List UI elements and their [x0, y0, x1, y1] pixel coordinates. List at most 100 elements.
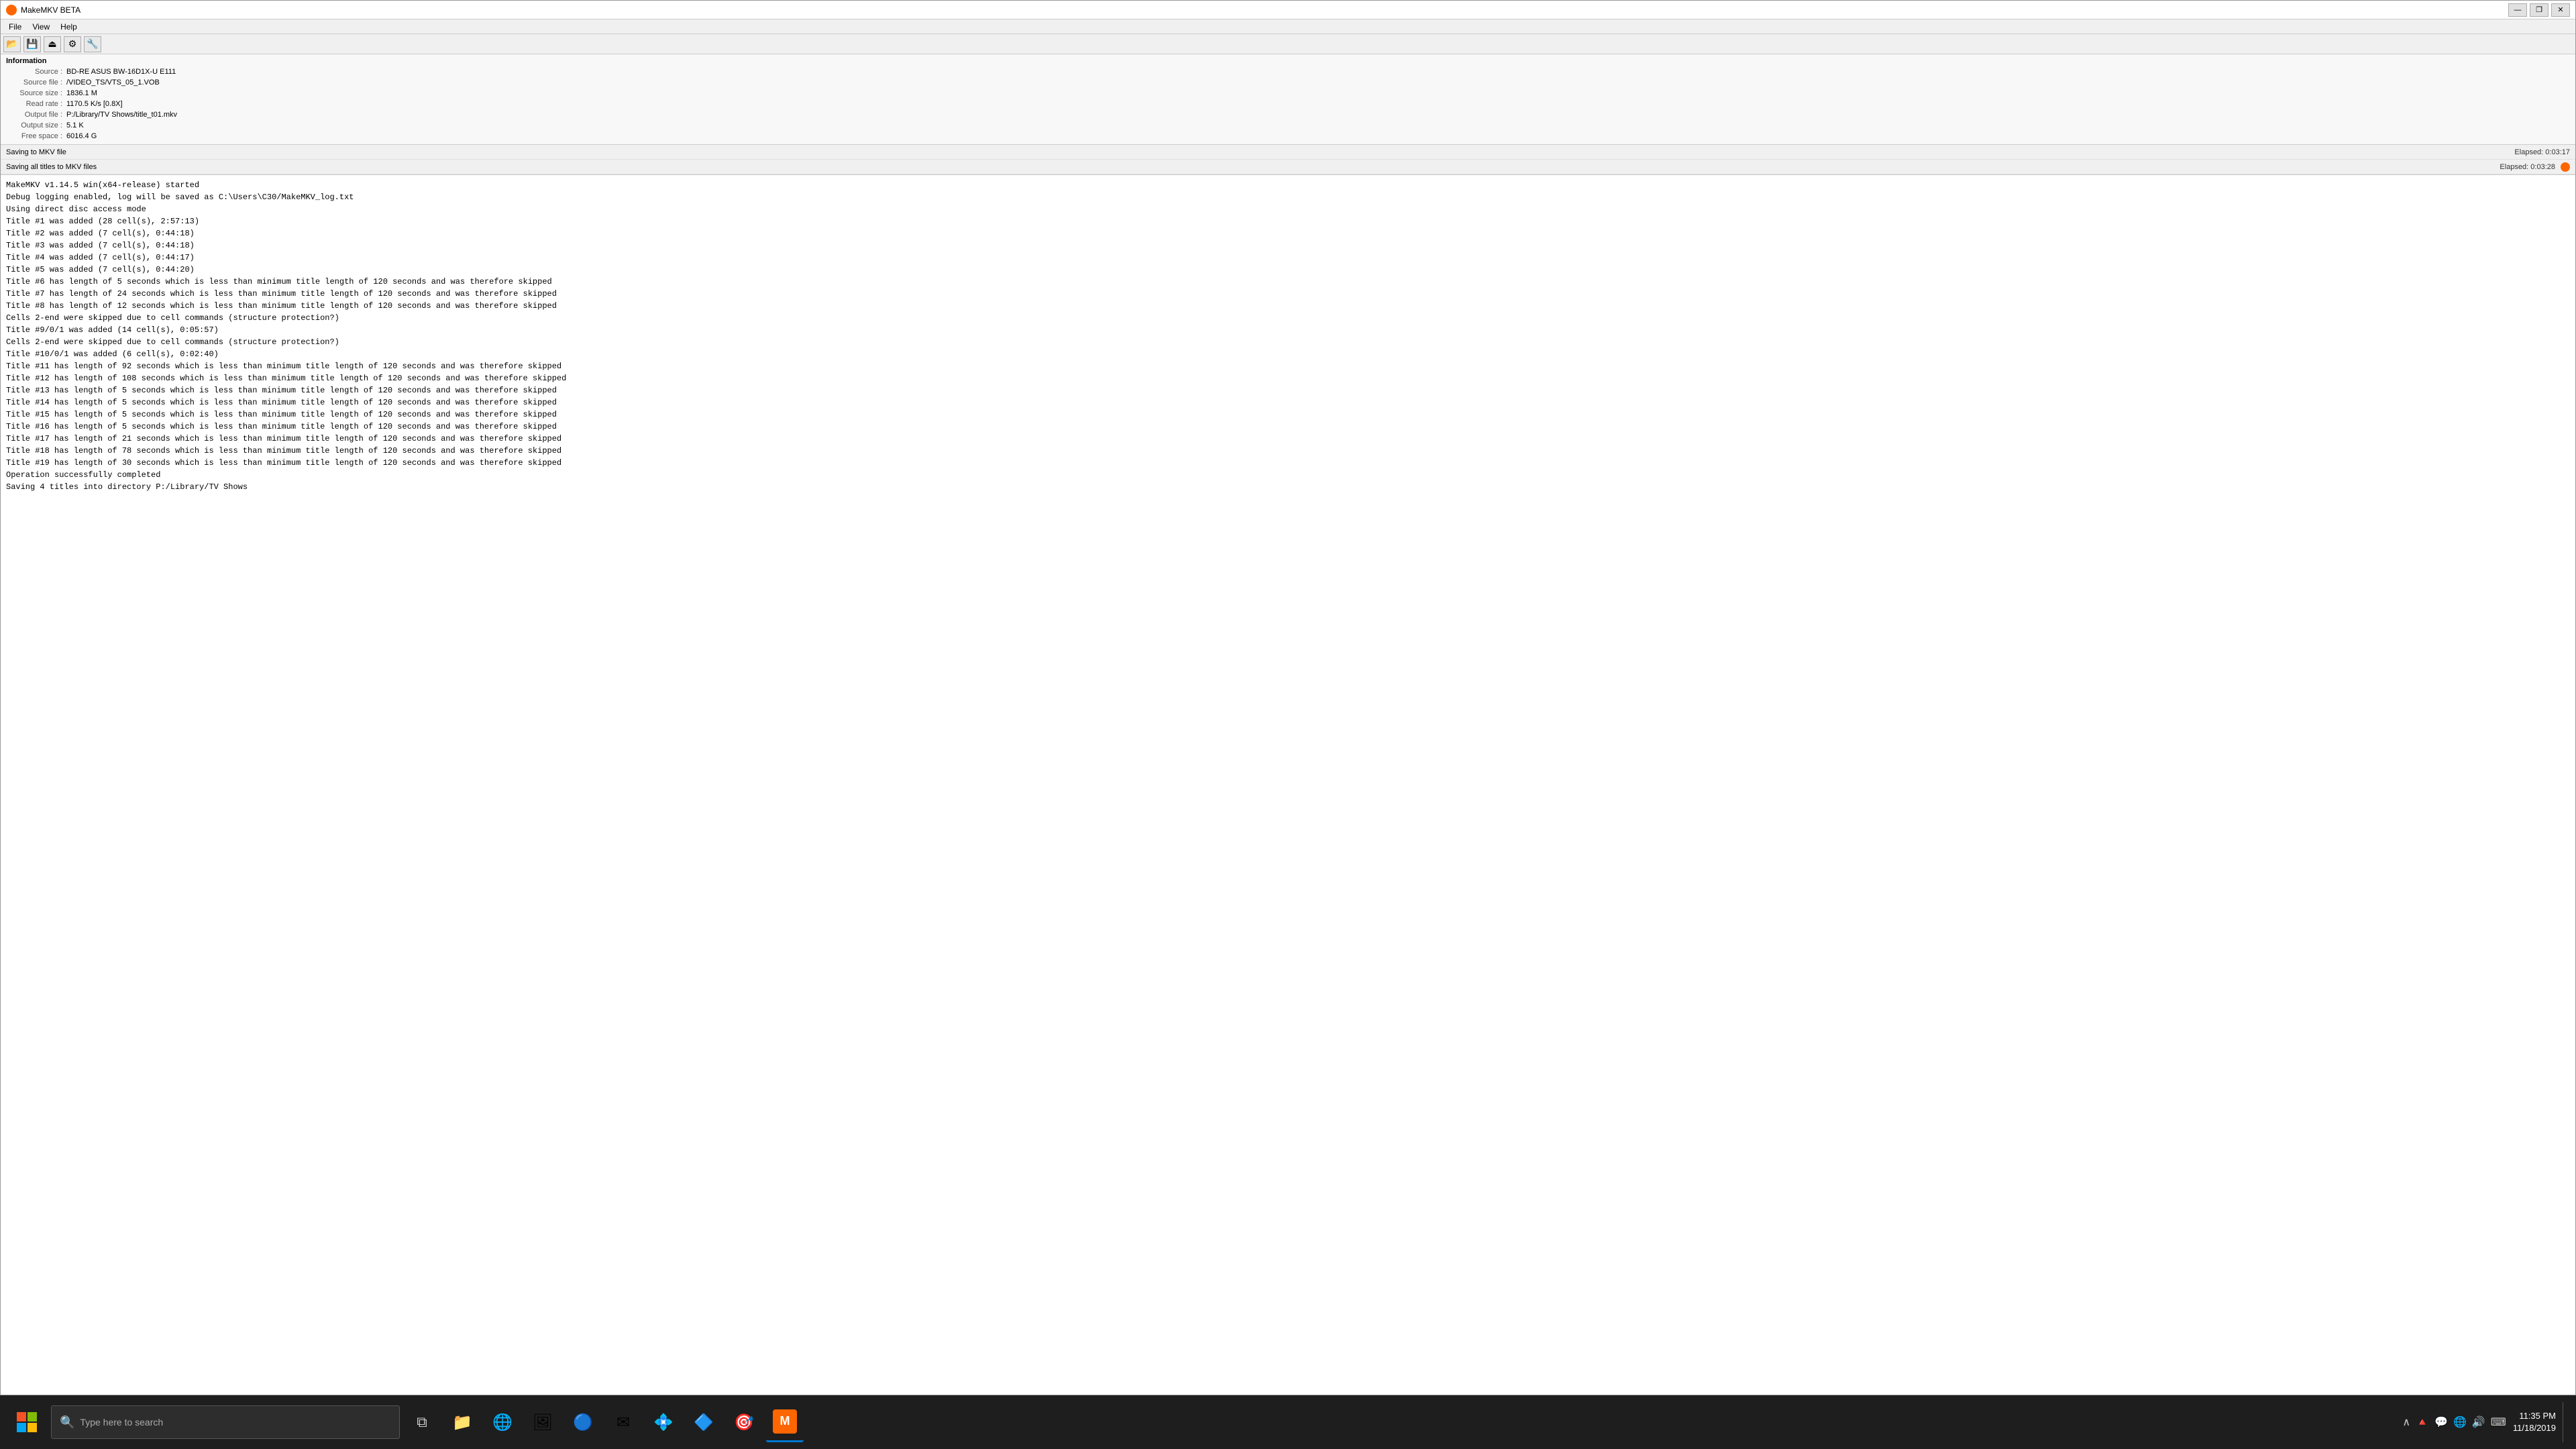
- toolbar-btn-1[interactable]: 💾: [23, 36, 41, 52]
- log-line: Title #10/0/1 was added (6 cell(s), 0:02…: [6, 348, 2570, 360]
- app-icon-2: 🔷: [694, 1413, 714, 1432]
- tray-volume-icon[interactable]: 🔊: [2472, 1415, 2485, 1429]
- toolbar: 📂 💾 ⏏ ⚙ 🔧: [1, 34, 2575, 54]
- taskbar: 🔍 Type here to search ⧉ 📁 🌐 🖼 🔵 ✉ 💠 🔷 🎯 …: [0, 1395, 2576, 1449]
- menu-help[interactable]: Help: [55, 21, 83, 33]
- toolbar-btn-3[interactable]: ⚙: [64, 36, 81, 52]
- search-placeholder: Type here to search: [80, 1417, 163, 1428]
- menu-view[interactable]: View: [27, 21, 55, 33]
- file-explorer-button[interactable]: 📁: [444, 1402, 480, 1442]
- show-desktop-button[interactable]: [2563, 1402, 2569, 1442]
- progress-area: Saving to MKV file Elapsed: 0:03:17 Savi…: [1, 145, 2575, 175]
- info-value-0: BD-RE ASUS BW-16D1X-U E111: [66, 66, 176, 77]
- log-line: Saving 4 titles into directory P:/Librar…: [6, 481, 2570, 493]
- info-label-3: Read rate :: [6, 99, 66, 109]
- chrome-icon: 🌐: [492, 1413, 513, 1432]
- apps-button-2[interactable]: 🔷: [686, 1402, 722, 1442]
- info-value-1: /VIDEO_TS/VTS_05_1.VOB: [66, 77, 160, 88]
- log-line: Title #12 has length of 108 seconds whic…: [6, 372, 2570, 384]
- log-line: Title #14 has length of 5 seconds which …: [6, 396, 2570, 409]
- log-line: Title #16 has length of 5 seconds which …: [6, 421, 2570, 433]
- log-line: Title #15 has length of 5 seconds which …: [6, 409, 2570, 421]
- info-value-5: 5.1 K: [66, 120, 84, 131]
- progress-row-0: Saving to MKV file Elapsed: 0:03:17: [1, 145, 2575, 160]
- window-title: MakeMKV BETA: [21, 5, 2508, 15]
- toolbar-btn-4[interactable]: 🔧: [84, 36, 101, 52]
- log-line: Title #11 has length of 92 seconds which…: [6, 360, 2570, 372]
- log-line: Operation successfully completed: [6, 469, 2570, 481]
- progress-elapsed-0: Elapsed: 0:03:17: [2514, 148, 2570, 156]
- chrome-button[interactable]: 🌐: [484, 1402, 521, 1442]
- search-bar[interactable]: 🔍 Type here to search: [51, 1405, 400, 1439]
- progress-label-1: Saving all titles to MKV files: [6, 163, 2494, 171]
- tray-keyboard-icon[interactable]: ⌨: [2491, 1415, 2506, 1429]
- mail-button[interactable]: ✉: [605, 1402, 641, 1442]
- restore-button[interactable]: ❐: [2530, 3, 2548, 17]
- tray-icon-1[interactable]: 💬: [2434, 1415, 2448, 1429]
- log-line: Title #1 was added (28 cell(s), 2:57:13): [6, 215, 2570, 227]
- info-value-4: P:/Library/TV Shows/title_t01.mkv: [66, 109, 177, 120]
- progress-elapsed-1: Elapsed: 0:03:28: [2500, 163, 2555, 171]
- clock-time: 11:35 PM: [2513, 1410, 2556, 1422]
- log-line: Title #7 has length of 24 seconds which …: [6, 288, 2570, 300]
- log-line: Title #2 was added (7 cell(s), 0:44:18): [6, 227, 2570, 239]
- info-section: Information Source : BD-RE ASUS BW-16D1X…: [1, 54, 2575, 145]
- log-line: Cells 2-end were skipped due to cell com…: [6, 312, 2570, 324]
- info-label-2: Source size :: [6, 88, 66, 99]
- info-label-5: Output size :: [6, 120, 66, 131]
- app-icon: [6, 5, 17, 15]
- log-line: Title #5 was added (7 cell(s), 0:44:20): [6, 264, 2570, 276]
- title-bar: MakeMKV BETA — ❐ ✕: [1, 1, 2575, 19]
- system-tray: ∧ 🔺 💬 🌐 🔊 ⌨ 11:35 PM 11/18/2019: [2402, 1402, 2569, 1442]
- makemkv-icon: M: [773, 1409, 797, 1434]
- info-rows: Source : BD-RE ASUS BW-16D1X-U E111 Sour…: [6, 66, 2570, 142]
- windows-icon: [16, 1411, 38, 1433]
- tray-network-icon[interactable]: 🌐: [2453, 1415, 2467, 1429]
- tray-chevron[interactable]: ∧: [2402, 1415, 2410, 1429]
- edge-button[interactable]: 🔵: [565, 1402, 601, 1442]
- toolbar-btn-0[interactable]: 📂: [3, 36, 21, 52]
- log-line: Title #6 has length of 5 seconds which i…: [6, 276, 2570, 288]
- progress-label-0: Saving to MKV file: [6, 148, 2509, 156]
- photos-button[interactable]: 🖼: [525, 1402, 561, 1442]
- log-line: Title #17 has length of 21 seconds which…: [6, 433, 2570, 445]
- app-window: MakeMKV BETA — ❐ ✕ File View Help 📂 💾 ⏏ …: [0, 0, 2576, 1395]
- tray-icons: ∧ 🔺 💬 🌐 🔊 ⌨: [2402, 1415, 2506, 1429]
- log-area[interactable]: MakeMKV v1.14.5 win(x64-release) started…: [1, 175, 2575, 1395]
- tray-icon-0[interactable]: 🔺: [2416, 1415, 2429, 1429]
- info-label-0: Source :: [6, 66, 66, 77]
- close-button[interactable]: ✕: [2551, 3, 2570, 17]
- info-title: Information: [6, 57, 2570, 65]
- info-value-6: 6016.4 G: [66, 131, 97, 142]
- app-icon-3: 🎯: [734, 1413, 754, 1432]
- app-icon-1: 💠: [653, 1413, 674, 1432]
- start-button[interactable]: [7, 1402, 47, 1442]
- apps-button-1[interactable]: 💠: [645, 1402, 682, 1442]
- info-label-4: Output file :: [6, 109, 66, 120]
- info-row-6: Free space : 6016.4 G: [6, 131, 2570, 142]
- log-line: Title #9/0/1 was added (14 cell(s), 0:05…: [6, 324, 2570, 336]
- log-line: Title #19 has length of 30 seconds which…: [6, 457, 2570, 469]
- clock-date: 11/18/2019: [2513, 1422, 2556, 1434]
- orange-indicator: [2561, 162, 2570, 172]
- menu-file[interactable]: File: [3, 21, 27, 33]
- toolbar-btn-2[interactable]: ⏏: [44, 36, 61, 52]
- info-value-2: 1836.1 M: [66, 88, 97, 99]
- makemkv-taskbar-button[interactable]: M: [766, 1402, 804, 1442]
- edge-icon: 🔵: [573, 1413, 593, 1432]
- window-controls: — ❐ ✕: [2508, 3, 2570, 17]
- mail-icon: ✉: [616, 1413, 630, 1432]
- info-row-4: Output file : P:/Library/TV Shows/title_…: [6, 109, 2570, 120]
- photos-icon: 🖼: [533, 1413, 553, 1432]
- info-row-5: Output size : 5.1 K: [6, 120, 2570, 131]
- clock[interactable]: 11:35 PM 11/18/2019: [2513, 1410, 2556, 1434]
- progress-row-1: Saving all titles to MKV files Elapsed: …: [1, 160, 2575, 174]
- minimize-button[interactable]: —: [2508, 3, 2527, 17]
- info-label-1: Source file :: [6, 77, 66, 88]
- info-value-3: 1170.5 K/s [0.8X]: [66, 99, 123, 109]
- apps-button-3[interactable]: 🎯: [726, 1402, 762, 1442]
- log-line: Using direct disc access mode: [6, 203, 2570, 215]
- task-view-icon: ⧉: [417, 1413, 427, 1431]
- task-view-button[interactable]: ⧉: [404, 1402, 440, 1442]
- info-row-0: Source : BD-RE ASUS BW-16D1X-U E111: [6, 66, 2570, 77]
